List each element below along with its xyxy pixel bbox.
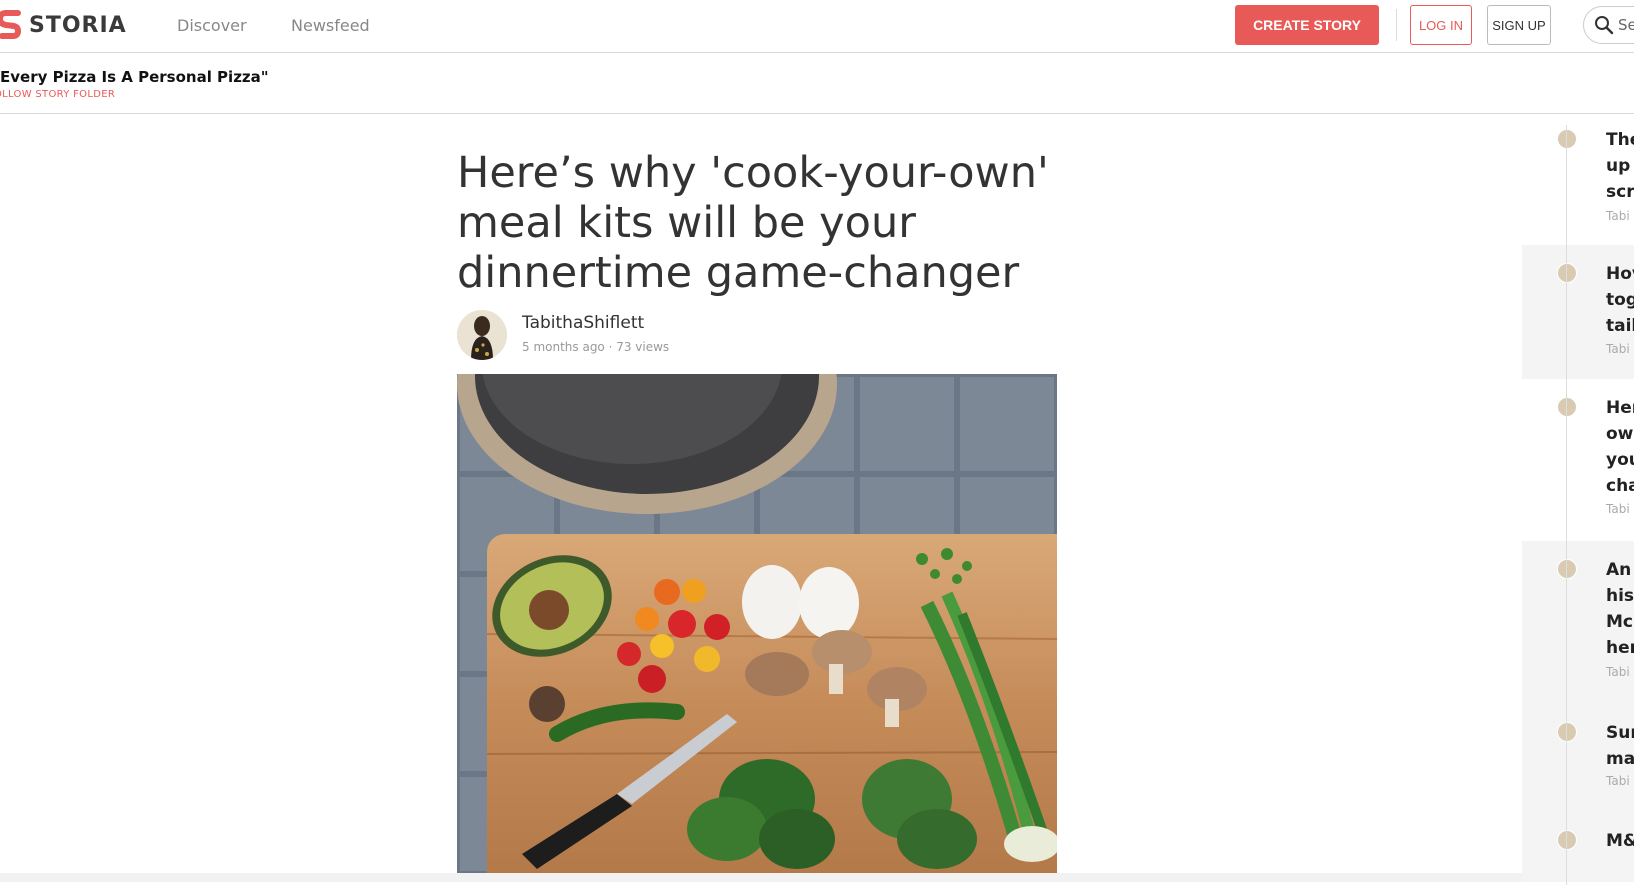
rail-story-author: Tabi	[1606, 342, 1630, 356]
rail-story-5[interactable]: Sur ma Tabi	[1522, 704, 1634, 812]
rail-story-1[interactable]: The up scra Tabi	[1522, 115, 1634, 245]
author-avatar[interactable]	[457, 310, 507, 360]
signup-button[interactable]: SIGN UP	[1487, 5, 1551, 45]
rail-story-title: The up scra	[1606, 130, 1634, 202]
rail-story-2[interactable]: Hov tog tail Tabi	[1522, 245, 1634, 379]
related-stories-rail: The up scra Tabi Hov tog tail Tabi Her o…	[1522, 115, 1634, 885]
top-navigation: STORIA Discover Newsfeed CREATE STORY LO…	[0, 0, 1634, 53]
search-input[interactable]	[1618, 16, 1634, 34]
storia-logo[interactable]: STORIA	[0, 9, 127, 41]
nav-discover[interactable]: Discover	[177, 16, 247, 35]
article: Here’s why 'cook-your-own' meal kits wil…	[457, 148, 1057, 360]
author-avatar-image	[457, 310, 507, 360]
rail-story-author: Tabi	[1606, 209, 1630, 223]
rail-avatar	[1557, 129, 1577, 149]
rail-avatar	[1557, 263, 1577, 283]
rail-story-title: Her ow you cha	[1606, 398, 1634, 496]
storia-s-logo-icon	[0, 10, 22, 39]
rail-avatar	[1557, 722, 1577, 742]
rail-story-title: An his Mcl her	[1606, 560, 1634, 658]
rail-avatar	[1557, 559, 1577, 579]
timeline-line	[1566, 125, 1567, 885]
rail-story-title: Hov tog tail	[1606, 264, 1634, 336]
brand-name: STORIA	[29, 12, 127, 38]
rail-story-4[interactable]: An his Mcl her Tabi	[1522, 541, 1634, 704]
nav-newsfeed[interactable]: Newsfeed	[291, 16, 370, 35]
author-block: TabithaShiflett 5 months ago · 73 views	[457, 310, 1057, 362]
article-hero-image	[457, 374, 1057, 882]
rail-story-title: M&	[1606, 831, 1634, 851]
horizontal-scrollbar[interactable]	[0, 873, 1522, 882]
login-button[interactable]: LOG IN	[1410, 5, 1472, 45]
vegetables-cutting-board-image	[457, 374, 1057, 882]
story-folder-bar: Every Pizza Is A Personal Pizza" OLLOW S…	[0, 54, 1634, 114]
rail-story-3[interactable]: Her ow you cha Tabi	[1522, 379, 1634, 541]
rail-avatar	[1557, 397, 1577, 417]
search-box[interactable]	[1583, 6, 1634, 44]
rail-story-author: Tabi	[1606, 502, 1630, 516]
rail-story-author: Tabi	[1606, 774, 1630, 788]
article-title: Here’s why 'cook-your-own' meal kits wil…	[457, 148, 1049, 298]
folder-title: Every Pizza Is A Personal Pizza"	[0, 68, 269, 86]
rail-story-title: Sur ma	[1606, 723, 1634, 769]
follow-story-folder-link[interactable]: OLLOW STORY FOLDER	[0, 89, 115, 100]
create-story-button[interactable]: CREATE STORY	[1235, 5, 1379, 45]
rail-story-author: Tabi	[1606, 665, 1630, 679]
rail-avatar	[1557, 830, 1577, 850]
rail-story-6[interactable]: M&	[1522, 812, 1634, 882]
author-name[interactable]: TabithaShiflett	[522, 313, 644, 333]
header-divider	[1396, 9, 1397, 41]
article-meta: 5 months ago · 73 views	[522, 340, 670, 354]
search-icon	[1595, 16, 1614, 35]
